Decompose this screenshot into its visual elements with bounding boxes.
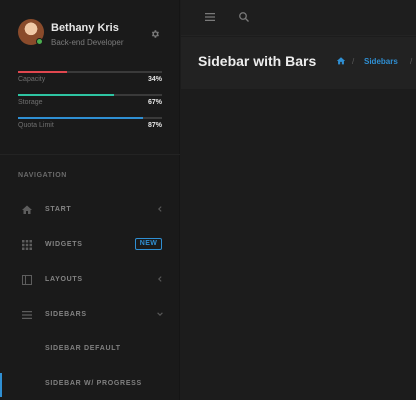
nav-item-widgets[interactable]: WIDGETS NEW bbox=[0, 233, 180, 259]
hamburger-icon[interactable] bbox=[204, 11, 216, 23]
gear-icon[interactable] bbox=[150, 29, 160, 39]
sub-item-sidebar-default[interactable]: SIDEBAR DEFAULT bbox=[0, 338, 180, 362]
home-icon[interactable] bbox=[336, 56, 346, 66]
breadcrumb-separator: / bbox=[410, 57, 413, 66]
breadcrumb-link[interactable]: Sidebars bbox=[364, 57, 398, 66]
progress-track bbox=[18, 117, 162, 119]
top-bar bbox=[181, 0, 416, 36]
bar-value: 67% bbox=[147, 99, 162, 106]
user-role: Back-end Developer bbox=[51, 38, 124, 47]
nav-item-label: LAYOUTS bbox=[45, 276, 83, 283]
new-badge: NEW bbox=[135, 238, 162, 250]
bar-value: 87% bbox=[147, 122, 162, 129]
online-status-dot bbox=[36, 38, 43, 45]
menu-icon bbox=[22, 311, 32, 319]
progress-track bbox=[18, 94, 162, 96]
progress-fill bbox=[18, 117, 144, 119]
sub-item-label: SIDEBAR DEFAULT bbox=[45, 345, 121, 352]
sub-item-sidebar-progress[interactable]: SIDEBAR W/ PROGRESS bbox=[0, 373, 180, 397]
user-profile: Bethany Kris Back-end Developer bbox=[18, 19, 168, 49]
sidebar-divider bbox=[0, 154, 180, 155]
progress-fill bbox=[18, 94, 115, 96]
nav-item-label: WIDGETS bbox=[45, 241, 83, 248]
breadcrumb-separator: / bbox=[352, 57, 355, 66]
nav-item-label: SIDEBARS bbox=[45, 311, 87, 318]
layout-icon bbox=[22, 275, 32, 285]
sub-item-label: SIDEBAR W/ PROGRESS bbox=[45, 380, 142, 387]
nav-item-layouts[interactable]: LAYOUTS bbox=[0, 268, 180, 294]
chevron-down-icon bbox=[157, 312, 163, 316]
bar-value: 34% bbox=[147, 76, 162, 83]
page-header: Sidebar with Bars / Sidebars / bbox=[181, 37, 416, 89]
home-icon bbox=[22, 205, 32, 214]
nav-item-label: START bbox=[45, 206, 72, 213]
nav-item-start[interactable]: START bbox=[0, 198, 180, 224]
nav-item-sidebars[interactable]: SIDEBARS bbox=[0, 303, 180, 329]
navigation-heading: NAVIGATION bbox=[18, 172, 67, 179]
bar-label: Quota Limit bbox=[18, 122, 54, 129]
progress-track bbox=[18, 71, 162, 73]
main-content: Sidebar with Bars / Sidebars / bbox=[181, 0, 416, 400]
chevron-left-icon bbox=[158, 206, 162, 212]
active-indicator bbox=[0, 373, 2, 397]
sidebar: Bethany Kris Back-end Developer Capacity… bbox=[0, 0, 180, 400]
bar-label: Storage bbox=[18, 99, 43, 106]
search-icon[interactable] bbox=[238, 11, 250, 23]
grid-icon bbox=[22, 240, 32, 250]
progress-fill bbox=[18, 71, 67, 73]
chevron-left-icon bbox=[158, 276, 162, 282]
page-title: Sidebar with Bars bbox=[198, 53, 317, 69]
bar-label: Capacity bbox=[18, 76, 46, 83]
user-name[interactable]: Bethany Kris bbox=[51, 22, 119, 34]
